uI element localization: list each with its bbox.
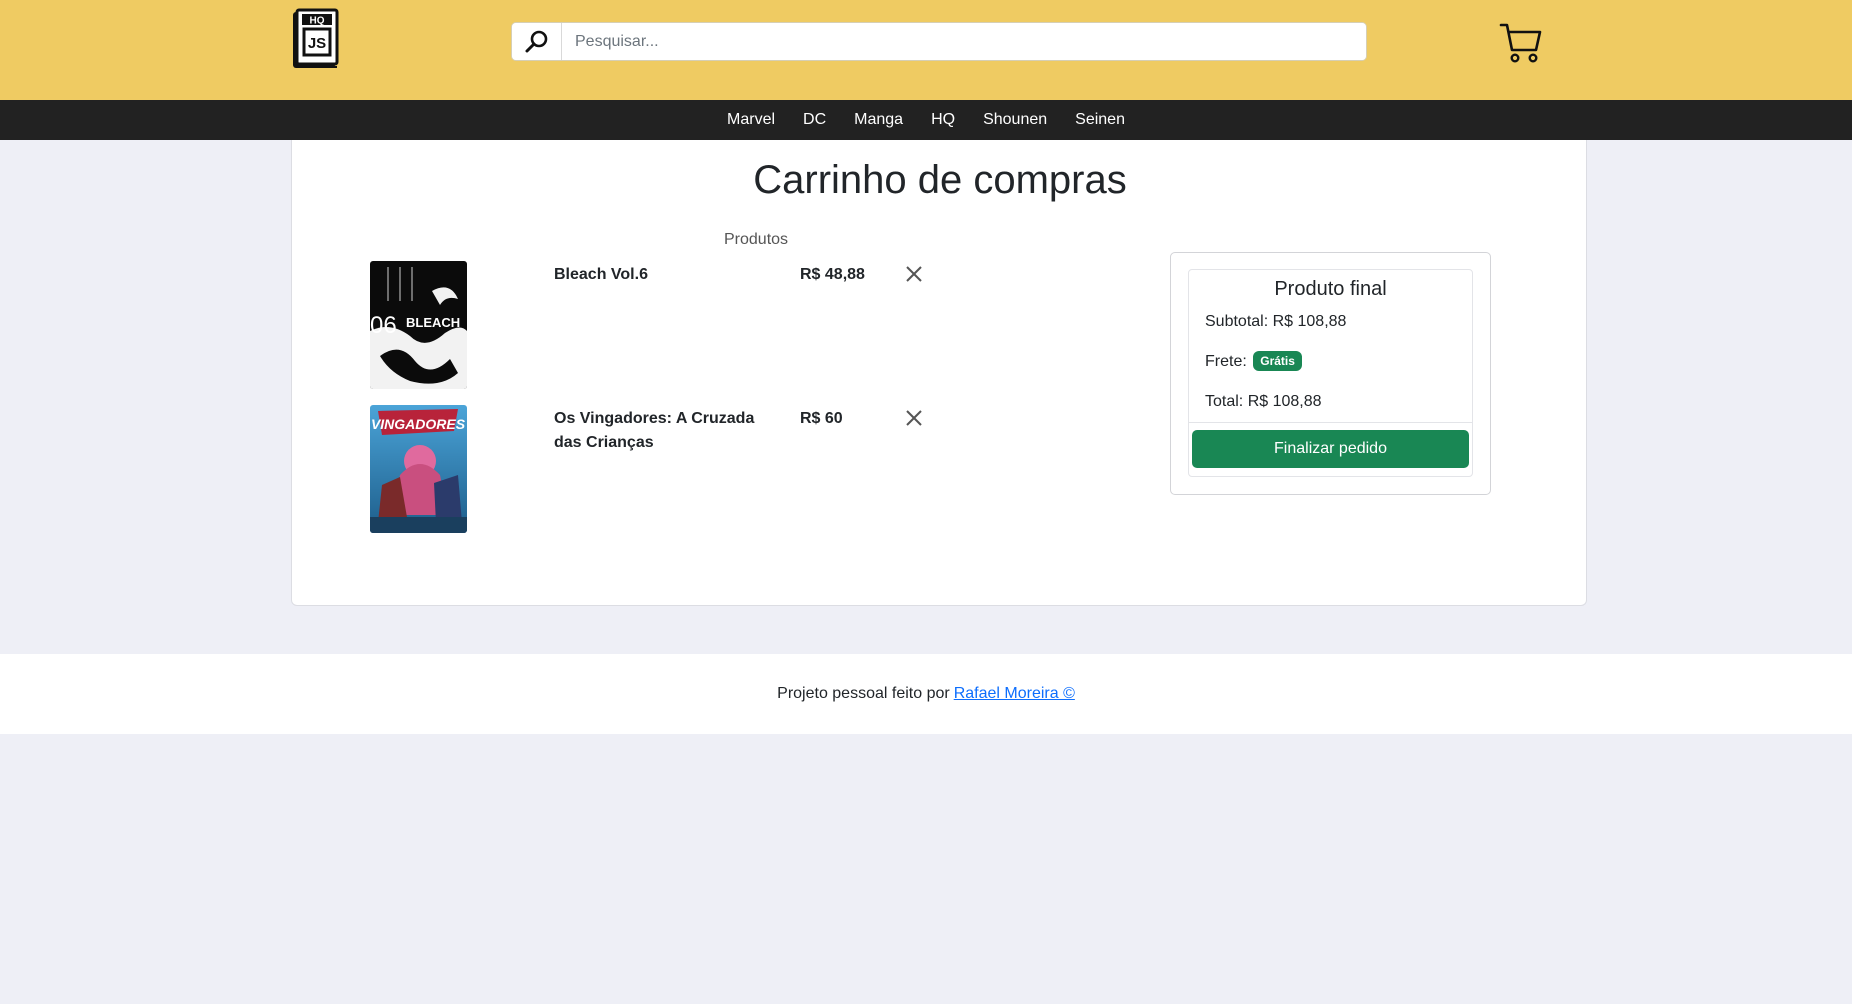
cart-card: Carrinho de compras Produtos 06 BLEACH B… <box>291 140 1587 606</box>
hqjs-logo[interactable]: HQ JS <box>290 6 340 72</box>
order-summary-panel: Produto final Subtotal: R$ 108,88 Frete:… <box>1170 252 1491 495</box>
svg-text:06: 06 <box>370 312 397 339</box>
cart-item: 06 BLEACH Bleach Vol.6 R$ 48,88 <box>370 261 970 391</box>
nav-item-dc[interactable]: DC <box>803 111 826 129</box>
product-cover-vingadores[interactable]: VINGADORES <box>370 405 467 533</box>
order-summary: Produto final Subtotal: R$ 108,88 Frete:… <box>1188 269 1473 477</box>
product-name[interactable]: Os Vingadores: A Cruzada das Crianças <box>554 407 764 455</box>
nav-item-shounen[interactable]: Shounen <box>983 111 1047 129</box>
finalize-order-button[interactable]: Finalizar pedido <box>1192 430 1469 468</box>
page-title: Carrinho de compras <box>753 158 1127 202</box>
search-bar <box>511 22 1367 61</box>
close-icon <box>906 410 922 426</box>
nav-item-manga[interactable]: Manga <box>854 111 903 129</box>
shipping: Frete: Grátis <box>1205 351 1302 371</box>
footer-text: Projeto pessoal feito por <box>777 685 950 702</box>
search-button[interactable] <box>512 23 562 60</box>
cart-item: VINGADORES Os Vingadores: A Cruzada das … <box>370 405 970 535</box>
nav-item-marvel[interactable]: Marvel <box>727 111 775 129</box>
search-input[interactable] <box>562 23 1366 60</box>
logo-top-text: HQ <box>310 16 325 27</box>
nav-item-seinen[interactable]: Seinen <box>1075 111 1125 129</box>
subtotal: Subtotal: R$ 108,88 <box>1205 313 1347 330</box>
nav-item-hq[interactable]: HQ <box>931 111 955 129</box>
summary-divider <box>1189 422 1472 423</box>
search-icon <box>525 30 547 52</box>
logo-main-text: JS <box>308 35 326 52</box>
shipping-label: Frete: <box>1205 353 1247 370</box>
summary-title: Produto final <box>1274 278 1387 300</box>
product-cover-bleach[interactable]: 06 BLEACH <box>370 261 467 389</box>
product-price: R$ 60 <box>800 410 843 427</box>
author-link[interactable]: Rafael Moreira © <box>954 685 1075 703</box>
remove-item-button[interactable] <box>903 407 925 429</box>
site-header: HQ JS <box>0 0 1852 100</box>
svg-text:BLEACH: BLEACH <box>406 315 460 330</box>
close-icon <box>906 266 922 282</box>
product-price: R$ 48,88 <box>800 266 865 283</box>
remove-item-button[interactable] <box>903 263 925 285</box>
cart-button[interactable] <box>1498 20 1544 66</box>
cart-icon <box>1499 23 1542 63</box>
svg-text:VINGADORES: VINGADORES <box>371 416 466 432</box>
site-footer: Projeto pessoal feito por Rafael Moreira… <box>0 654 1852 734</box>
total: Total: R$ 108,88 <box>1205 393 1322 410</box>
category-nav: Marvel DC Manga HQ Shounen Seinen <box>0 100 1852 140</box>
products-label: Produtos <box>724 231 789 248</box>
product-name[interactable]: Bleach Vol.6 <box>554 263 764 287</box>
free-shipping-badge: Grátis <box>1253 351 1302 371</box>
